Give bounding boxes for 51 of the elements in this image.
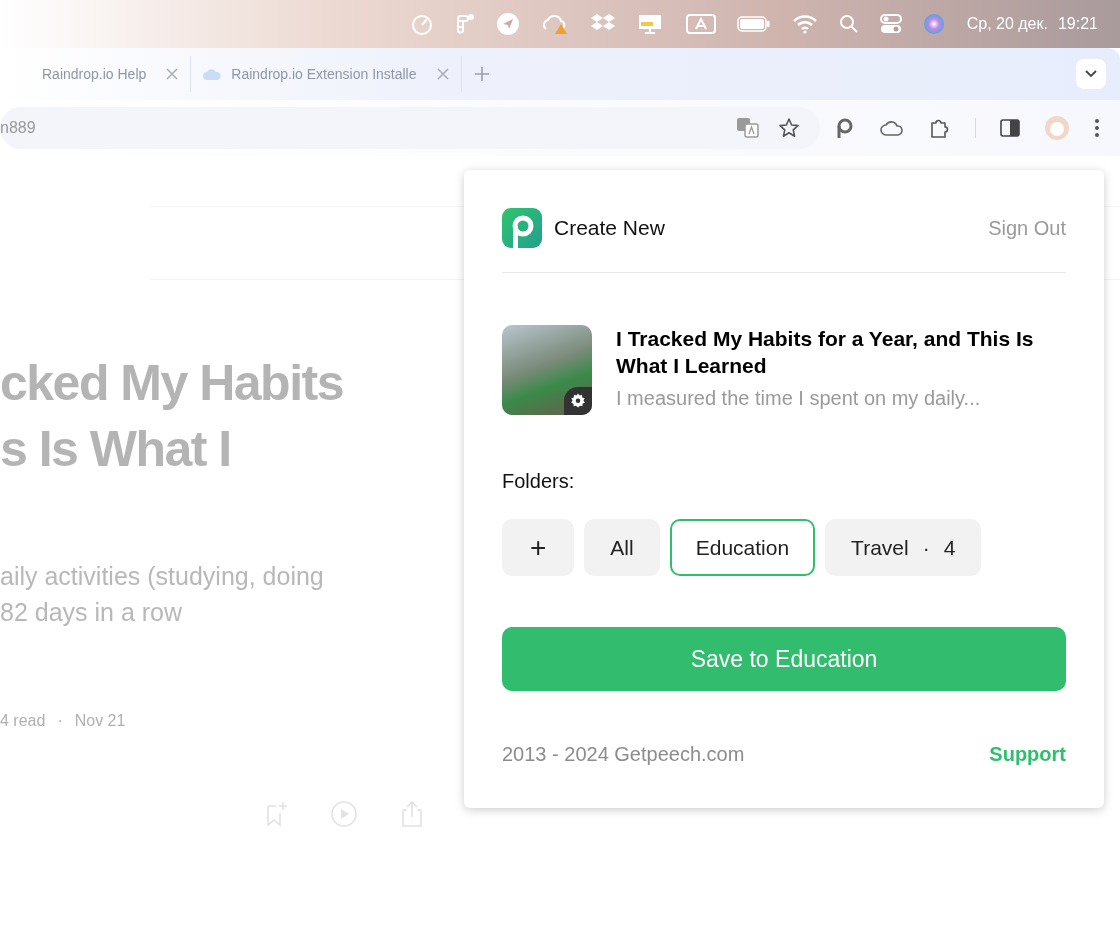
folder-chip[interactable]: Education [669, 519, 816, 576]
add-folder-button[interactable]: + [502, 519, 575, 576]
bookmark-title: I Tracked My Habits for a Year, and This Is What I Learned [616, 326, 1035, 379]
new-tab-icon[interactable] [473, 66, 490, 82]
folder-chip[interactable]: Travel · 4 [825, 519, 982, 576]
play-icon[interactable] [330, 800, 358, 828]
send-icon[interactable] [495, 12, 520, 36]
timer-icon[interactable] [409, 12, 434, 36]
article-heading: s Is What I [0, 420, 231, 479]
bookmark-add-icon[interactable] [266, 801, 288, 827]
share-icon[interactable] [400, 800, 424, 828]
browser-tab[interactable]: Raindrop.io Extension Installe [191, 56, 462, 92]
copyright-text: 2013 - 2024 Getpeech.com [502, 743, 745, 766]
translate-icon[interactable] [736, 117, 760, 139]
address-bar[interactable]: n889 [0, 107, 820, 149]
sign-out-link[interactable]: Sign Out [988, 216, 1066, 240]
gear-icon [570, 393, 586, 409]
folders-label: Folders: [502, 470, 576, 493]
avatar-icon[interactable] [1044, 115, 1071, 141]
star-icon[interactable] [778, 117, 800, 139]
read-time: 4 read [0, 712, 46, 730]
close-icon[interactable] [436, 68, 449, 80]
tab-search-button[interactable] [1076, 59, 1106, 89]
menu-bar-date[interactable]: Ср, 20 дек. [966, 15, 1048, 33]
browser-tab[interactable]: Raindrop.io Help [30, 56, 192, 92]
close-icon[interactable] [166, 68, 179, 80]
folder-chip[interactable]: All [584, 519, 660, 576]
article-subtitle: 82 days in a row [0, 597, 183, 628]
menu-bar-time[interactable]: 19:21 [1057, 15, 1098, 33]
bookmark-description: I measured the time I spent on my daily... [616, 387, 982, 410]
siri-icon[interactable] [922, 13, 945, 35]
article-subtitle: aily activities (studying, doing [0, 561, 324, 592]
cloud-icon[interactable] [879, 119, 904, 137]
meta-separator: · [57, 712, 63, 730]
publish-date: Nov 21 [74, 712, 126, 730]
cloud-icon [203, 67, 222, 81]
control-center-icon[interactable] [879, 13, 902, 35]
app-logo-icon [502, 208, 542, 248]
search-icon[interactable] [838, 14, 859, 34]
settings-button[interactable] [564, 387, 592, 415]
save-button[interactable]: Save to Education [502, 627, 1066, 691]
article-heading: cked My Habits [0, 354, 343, 413]
chevron-down-icon [1085, 70, 1097, 78]
cloud-warning-icon[interactable] [540, 12, 569, 36]
more-options-icon[interactable] [1093, 118, 1100, 138]
battery-icon[interactable] [736, 15, 771, 33]
keyboard-layout-icon[interactable] [685, 13, 716, 35]
support-link[interactable]: Support [989, 743, 1066, 766]
popup-title: Create New [554, 216, 665, 240]
side-panel-icon[interactable] [1000, 119, 1021, 137]
wifi-icon[interactable] [791, 14, 818, 34]
